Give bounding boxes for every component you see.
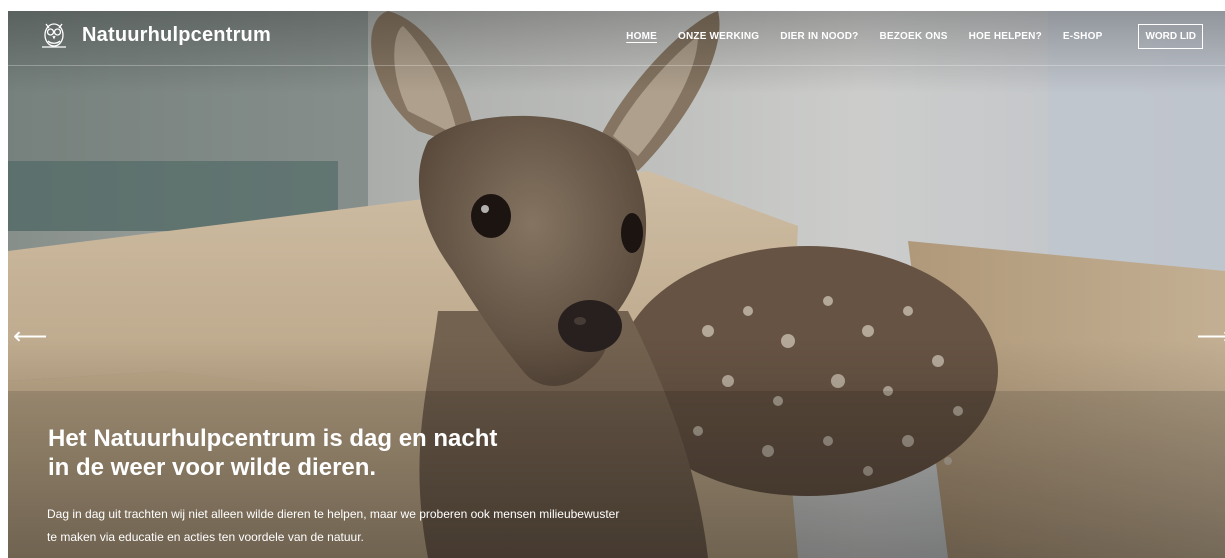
hero-description: Dag in dag uit trachten wij niet alleen … [47, 503, 767, 549]
hero-title: Het Natuurhulpcentrum is dag en nacht in… [48, 424, 608, 482]
owl-logo-icon [42, 23, 66, 48]
hero-description-line-1: Dag in dag uit trachten wij niet alleen … [47, 507, 620, 521]
brand-logo[interactable]: Natuurhulpcentrum [38, 19, 271, 51]
site-header: Natuurhulpcentrum HOME ONZE WERKING DIER… [8, 11, 1225, 66]
hero-slider: Natuurhulpcentrum HOME ONZE WERKING DIER… [8, 11, 1225, 558]
nav-item-hoe-helpen[interactable]: HOE HELPEN? [969, 31, 1042, 42]
nav-item-home[interactable]: HOME [626, 31, 657, 42]
main-nav: HOME ONZE WERKING DIER IN NOOD? BEZOEK O… [605, 24, 1203, 49]
nav-item-bezoek-ons[interactable]: BEZOEK ONS [879, 31, 947, 42]
hero-title-line-2: in de weer voor wilde dieren. [48, 454, 377, 481]
nav-item-dier-in-nood[interactable]: DIER IN NOOD? [780, 31, 858, 42]
brand-name: Natuurhulpcentrum [82, 23, 271, 46]
arrow-right-icon[interactable]: ⟶ [1197, 325, 1225, 349]
nav-item-onze-werking[interactable]: ONZE WERKING [678, 31, 759, 42]
nav-item-e-shop[interactable]: E-SHOP [1063, 31, 1103, 42]
hero-description-line-2: te maken via educatie en acties ten voor… [47, 530, 364, 544]
word-lid-button[interactable]: WORD LID [1138, 24, 1203, 49]
hero-title-line-1: Het Natuurhulpcentrum is dag en nacht [48, 425, 498, 452]
arrow-left-icon[interactable]: ⟵ [13, 325, 47, 349]
